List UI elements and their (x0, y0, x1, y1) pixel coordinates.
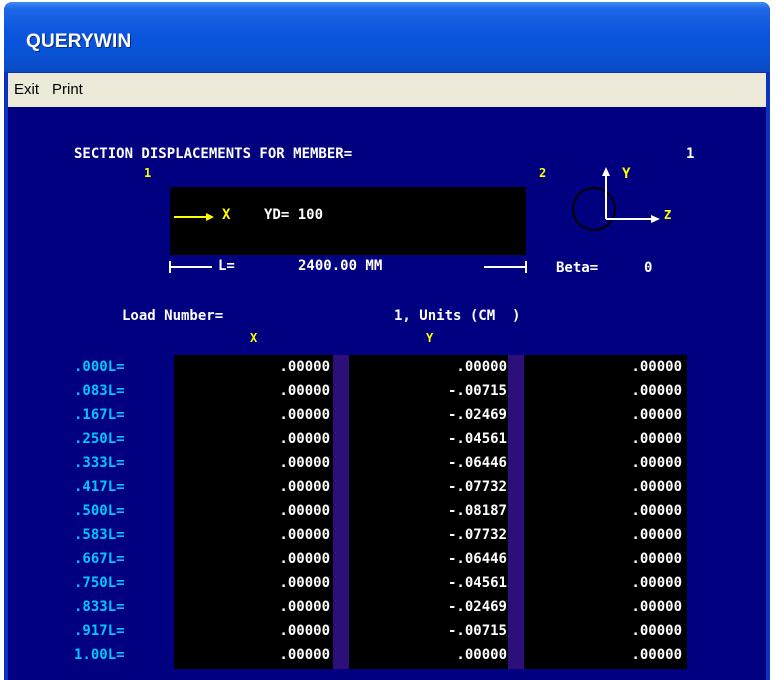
row-position-label: .500L= (74, 503, 125, 519)
y-displacement-cell: -.00715 (447, 383, 507, 399)
menu-print[interactable]: Print (52, 81, 83, 98)
load-units-info: 1, Units (CM ) (394, 308, 521, 324)
z-displacement-cell: .00000 (631, 623, 682, 639)
x-displacement-cell: .00000 (279, 551, 330, 567)
beam-diagram: X YD= 100 (170, 187, 526, 255)
beta-value: 0 (644, 260, 653, 276)
row-position-label: .083L= (74, 383, 125, 399)
z-displacement-cell: .00000 (631, 503, 682, 519)
x-displacement-cell: .00000 (279, 527, 330, 543)
table-row: .500L= .00000 -.08187 .00000 (8, 500, 766, 524)
z-displacement-cell: .00000 (631, 455, 682, 471)
x-displacement-cell: .00000 (279, 575, 330, 591)
axis-z-label: Z (664, 208, 672, 222)
x-displacement-cell: .00000 (279, 359, 330, 375)
row-position-label: .833L= (74, 599, 125, 615)
row-position-label: .000L= (74, 359, 125, 375)
table-row: 1.00L= .00000 .00000 .00000 (8, 644, 766, 668)
x-displacement-cell: .00000 (279, 431, 330, 447)
table-row: .333L= .00000 -.06446 .00000 (8, 452, 766, 476)
menu-bar: Exit Print (8, 73, 766, 107)
y-displacement-cell: -.07732 (447, 527, 507, 543)
length-value: 2400.00 MM (298, 258, 383, 274)
member-number: 1 (686, 146, 695, 162)
table-row: .833L= .00000 -.02469 .00000 (8, 596, 766, 620)
x-displacement-cell: .00000 (279, 383, 330, 399)
end-node-label: 2 (539, 166, 547, 180)
z-displacement-cell: .00000 (631, 599, 682, 615)
row-position-label: .333L= (74, 455, 125, 471)
row-position-label: .167L= (74, 407, 125, 423)
length-label: L= (218, 258, 235, 274)
row-position-label: .417L= (74, 479, 125, 495)
table-row: .167L= .00000 -.02469 .00000 (8, 404, 766, 428)
row-position-label: .917L= (74, 623, 125, 639)
x-displacement-cell: .00000 (279, 455, 330, 471)
table-row: .250L= .00000 -.04561 .00000 (8, 428, 766, 452)
y-displacement-cell: -.08187 (447, 503, 507, 519)
row-position-label: .750L= (74, 575, 125, 591)
row-position-label: .667L= (74, 551, 125, 567)
x-arrow-icon (174, 213, 214, 221)
start-node-label: 1 (144, 166, 152, 180)
y-displacement-cell: -.06446 (447, 551, 507, 567)
table-row: .583L= .00000 -.07732 .00000 (8, 524, 766, 548)
section-header-label: SECTION DISPLACEMENTS FOR MEMBER= (74, 146, 353, 162)
z-displacement-cell: .00000 (631, 383, 682, 399)
y-displacement-cell: -.04561 (447, 575, 507, 591)
table-row: .750L= .00000 -.04561 .00000 (8, 572, 766, 596)
axis-y-label: Y (622, 166, 631, 182)
x-displacement-cell: .00000 (279, 407, 330, 423)
table-row: .667L= .00000 -.06446 .00000 (8, 548, 766, 572)
z-displacement-cell: .00000 (631, 479, 682, 495)
z-displacement-cell: .00000 (631, 407, 682, 423)
z-displacement-cell: .00000 (631, 647, 682, 663)
x-displacement-cell: .00000 (279, 623, 330, 639)
table-row: .417L= .00000 -.07732 .00000 (8, 476, 766, 500)
beam-axis-label: X (222, 207, 231, 223)
x-displacement-cell: .00000 (279, 599, 330, 615)
load-number-label: Load Number= (122, 308, 224, 324)
y-displacement-cell: -.02469 (447, 599, 507, 615)
y-displacement-cell: -.06446 (447, 455, 507, 471)
z-displacement-cell: .00000 (631, 575, 682, 591)
window-title: QUERYWIN (26, 31, 132, 52)
title-bar[interactable]: QUERYWIN (4, 2, 770, 72)
column-x-header: X (250, 331, 258, 345)
row-position-label: .583L= (74, 527, 125, 543)
x-displacement-cell: .00000 (279, 503, 330, 519)
y-displacement-cell: -.00715 (447, 623, 507, 639)
beta-label: Beta= (556, 260, 599, 276)
x-displacement-cell: .00000 (279, 479, 330, 495)
yd-label: YD= 100 (264, 207, 324, 223)
y-displacement-cell: .00000 (456, 647, 507, 663)
row-position-label: .250L= (74, 431, 125, 447)
y-displacement-cell: -.07732 (447, 479, 507, 495)
z-displacement-cell: .00000 (631, 431, 682, 447)
table-row: .917L= .00000 -.00715 .00000 (8, 620, 766, 644)
table-row: .000L= .00000 .00000 .00000 (8, 356, 766, 380)
query-window: QUERYWIN Exit Print SECTION DISPLACEMENT… (4, 2, 770, 680)
z-displacement-cell: .00000 (631, 527, 682, 543)
y-displacement-cell: .00000 (456, 359, 507, 375)
displacement-panel: SECTION DISPLACEMENTS FOR MEMBER= 1 1 2 … (8, 107, 766, 680)
z-displacement-cell: .00000 (631, 551, 682, 567)
y-displacement-cell: -.02469 (447, 407, 507, 423)
row-position-label: 1.00L= (74, 647, 125, 663)
column-y-header: Y (426, 331, 434, 345)
y-displacement-cell: -.04561 (447, 431, 507, 447)
menu-exit[interactable]: Exit (14, 81, 39, 98)
z-displacement-cell: .00000 (631, 359, 682, 375)
x-displacement-cell: .00000 (279, 647, 330, 663)
table-row: .083L= .00000 -.00715 .00000 (8, 380, 766, 404)
